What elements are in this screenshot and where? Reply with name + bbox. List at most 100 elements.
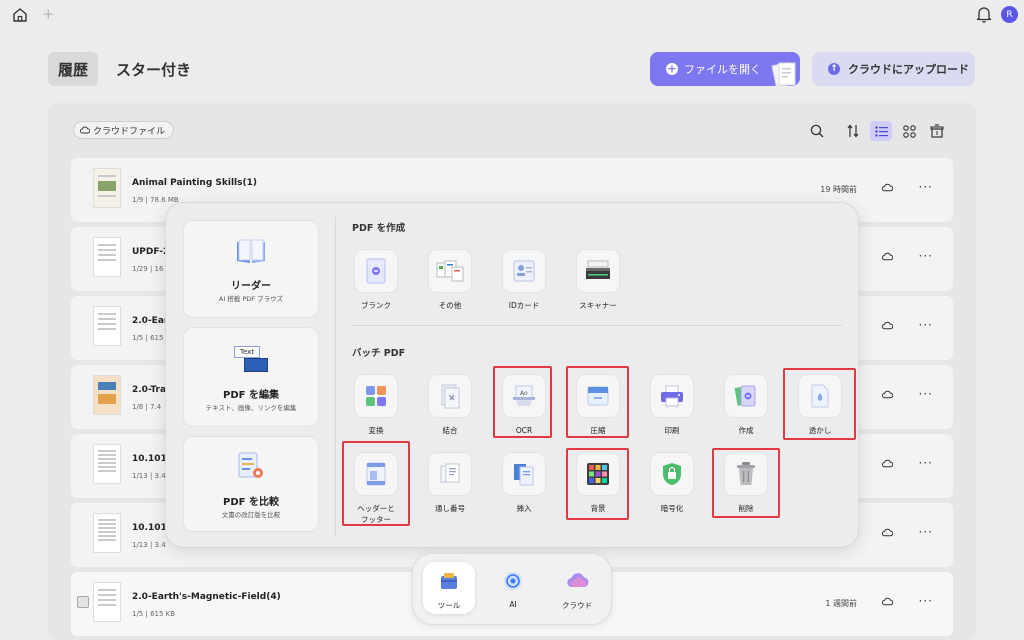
view-toolbar xyxy=(806,121,948,141)
list-view-icon[interactable] xyxy=(870,121,892,141)
convert-icon xyxy=(354,374,398,418)
numbering-label: 通し番号 xyxy=(435,504,465,513)
file-time: 19 時間前 xyxy=(820,185,857,194)
more-options-icon[interactable]: ··· xyxy=(919,180,933,194)
lock-shield-icon xyxy=(650,452,694,496)
cloud-icon[interactable] xyxy=(882,390,893,399)
reader-subtitle: AI 搭載 PDF ブラウズ xyxy=(218,295,284,303)
file-thumbnail xyxy=(93,237,121,277)
create-label: 作成 xyxy=(738,426,754,435)
cloud-icon[interactable] xyxy=(882,597,893,606)
bottom-dock: ツール AI クラウド xyxy=(412,553,612,625)
cloud-icon[interactable] xyxy=(882,459,893,468)
cloud-icon xyxy=(567,573,589,588)
create-pdf-section-title: PDF を作成 xyxy=(352,223,406,234)
highlight-watermark xyxy=(783,368,856,440)
batch-combine-tool[interactable]: 結合 xyxy=(420,374,480,444)
cloud-icon xyxy=(80,126,90,134)
cloud-icon[interactable] xyxy=(882,183,893,192)
file-name: 2.0-Ear xyxy=(132,316,169,326)
batch-convert-tool[interactable]: 変換 xyxy=(346,374,406,444)
compare-pdf-title: PDF を比較 xyxy=(223,497,279,508)
file-meta: 1/8 | 7.4 xyxy=(132,403,162,411)
open-file-label: ファイルを開く xyxy=(684,63,761,76)
new-tab-plus-icon[interactable]: + xyxy=(42,5,55,23)
tab-history[interactable]: 履歴 xyxy=(48,52,98,86)
more-options-icon[interactable]: ··· xyxy=(919,594,933,608)
batch-encrypt-tool[interactable]: 暗号化 xyxy=(642,452,702,522)
trash-bin-icon[interactable] xyxy=(926,121,948,141)
horizontal-divider xyxy=(352,325,842,326)
documents-icon xyxy=(771,61,796,86)
file-thumbnail xyxy=(93,306,121,346)
print-label: 印刷 xyxy=(664,426,680,435)
edit-pdf-card[interactable]: Text PDF を編集 テキスト、画像、リンクを編集 xyxy=(183,327,319,427)
id-card-label: IDカード xyxy=(508,301,540,310)
open-file-button[interactable]: + ファイルを開く xyxy=(650,52,800,86)
more-options-icon[interactable]: ··· xyxy=(919,318,933,332)
dock-cloud[interactable]: クラウド xyxy=(551,562,603,614)
cloud-icon[interactable] xyxy=(882,252,893,261)
file-thumbnail xyxy=(93,375,121,415)
blank-page-icon xyxy=(354,249,398,293)
compare-pdf-subtitle: 文書の改訂版を比較 xyxy=(221,511,281,519)
batch-pdf-section-title: バッチ PDF xyxy=(352,348,406,359)
bell-icon[interactable] xyxy=(976,6,992,23)
more-options-icon[interactable]: ··· xyxy=(919,249,933,263)
other-create-tool[interactable]: その他 xyxy=(420,249,480,319)
tools-popup: リーダー AI 搭載 PDF ブラウズ Text PDF を編集 テキスト、画像… xyxy=(165,202,859,548)
compare-pdf-card[interactable]: PDF を比較 文書の改訂版を比較 xyxy=(183,436,319,532)
highlight-header-footer xyxy=(342,441,410,526)
printer-icon xyxy=(650,374,694,418)
highlight-delete xyxy=(712,448,780,518)
tab-starred[interactable]: スター付き xyxy=(116,52,191,86)
id-card-tool[interactable]: IDカード xyxy=(494,249,554,319)
batch-create-tool[interactable]: 作成 xyxy=(716,374,776,444)
combine-label: 結合 xyxy=(442,426,458,435)
dock-cloud-label: クラウド xyxy=(562,601,592,610)
more-options-icon[interactable]: ··· xyxy=(919,456,933,470)
file-thumbnail xyxy=(93,168,121,208)
dock-ai-label: AI xyxy=(509,600,517,609)
top-bar: + R xyxy=(0,0,1024,30)
search-icon[interactable] xyxy=(806,121,828,141)
reader-card[interactable]: リーダー AI 搭載 PDF ブラウズ xyxy=(183,220,319,318)
edit-text-icon: Text xyxy=(234,346,268,374)
file-name: 2.0-Earth's-Magnetic-Field(4) xyxy=(132,592,281,602)
upload-to-cloud-button[interactable]: ↑ クラウドにアップロード xyxy=(812,52,975,86)
dock-ai[interactable]: AI xyxy=(487,562,539,614)
convert-label: 変換 xyxy=(368,426,384,435)
file-meta: 1/13 | 3.4 xyxy=(132,541,166,549)
scanner-icon xyxy=(576,249,620,293)
multiple-files-icon xyxy=(428,249,472,293)
cloud-icon[interactable] xyxy=(882,321,893,330)
file-thumbnail xyxy=(93,513,121,553)
more-options-icon[interactable]: ··· xyxy=(919,387,933,401)
file-name: Animal Painting Skills(1) xyxy=(132,178,257,188)
book-icon xyxy=(237,239,265,263)
home-icon[interactable] xyxy=(11,6,29,24)
row-checkbox[interactable] xyxy=(77,596,89,608)
user-avatar[interactable]: R xyxy=(1001,6,1018,23)
blank-pdf-tool[interactable]: ブランク xyxy=(346,249,406,319)
file-name: UPDF-2 xyxy=(132,247,170,257)
grid-view-icon[interactable] xyxy=(898,121,920,141)
file-thumbnail xyxy=(93,444,121,484)
cloud-files-filter[interactable]: クラウドファイル xyxy=(73,121,175,139)
more-options-icon[interactable]: ··· xyxy=(919,525,933,539)
compare-documents-icon xyxy=(238,452,263,478)
cloud-icon[interactable] xyxy=(882,528,893,537)
file-meta: 1/5 | 615 xyxy=(132,334,164,342)
numbering-icon xyxy=(428,452,472,496)
batch-bates-numbering-tool[interactable]: 通し番号 xyxy=(420,452,480,522)
scanner-tool[interactable]: スキャナー xyxy=(568,249,628,319)
batch-print-tool[interactable]: 印刷 xyxy=(642,374,702,444)
file-meta: 1/5 | 615 KB xyxy=(132,610,176,618)
sort-icon[interactable] xyxy=(842,121,864,141)
upload-label: クラウドにアップロード xyxy=(848,63,969,76)
insert-icon xyxy=(502,452,546,496)
dock-tools[interactable]: ツール xyxy=(423,562,475,614)
batch-insert-tool[interactable]: 挿入 xyxy=(494,452,554,522)
other-label: その他 xyxy=(438,301,462,310)
plus-circle-icon: + xyxy=(666,62,678,75)
